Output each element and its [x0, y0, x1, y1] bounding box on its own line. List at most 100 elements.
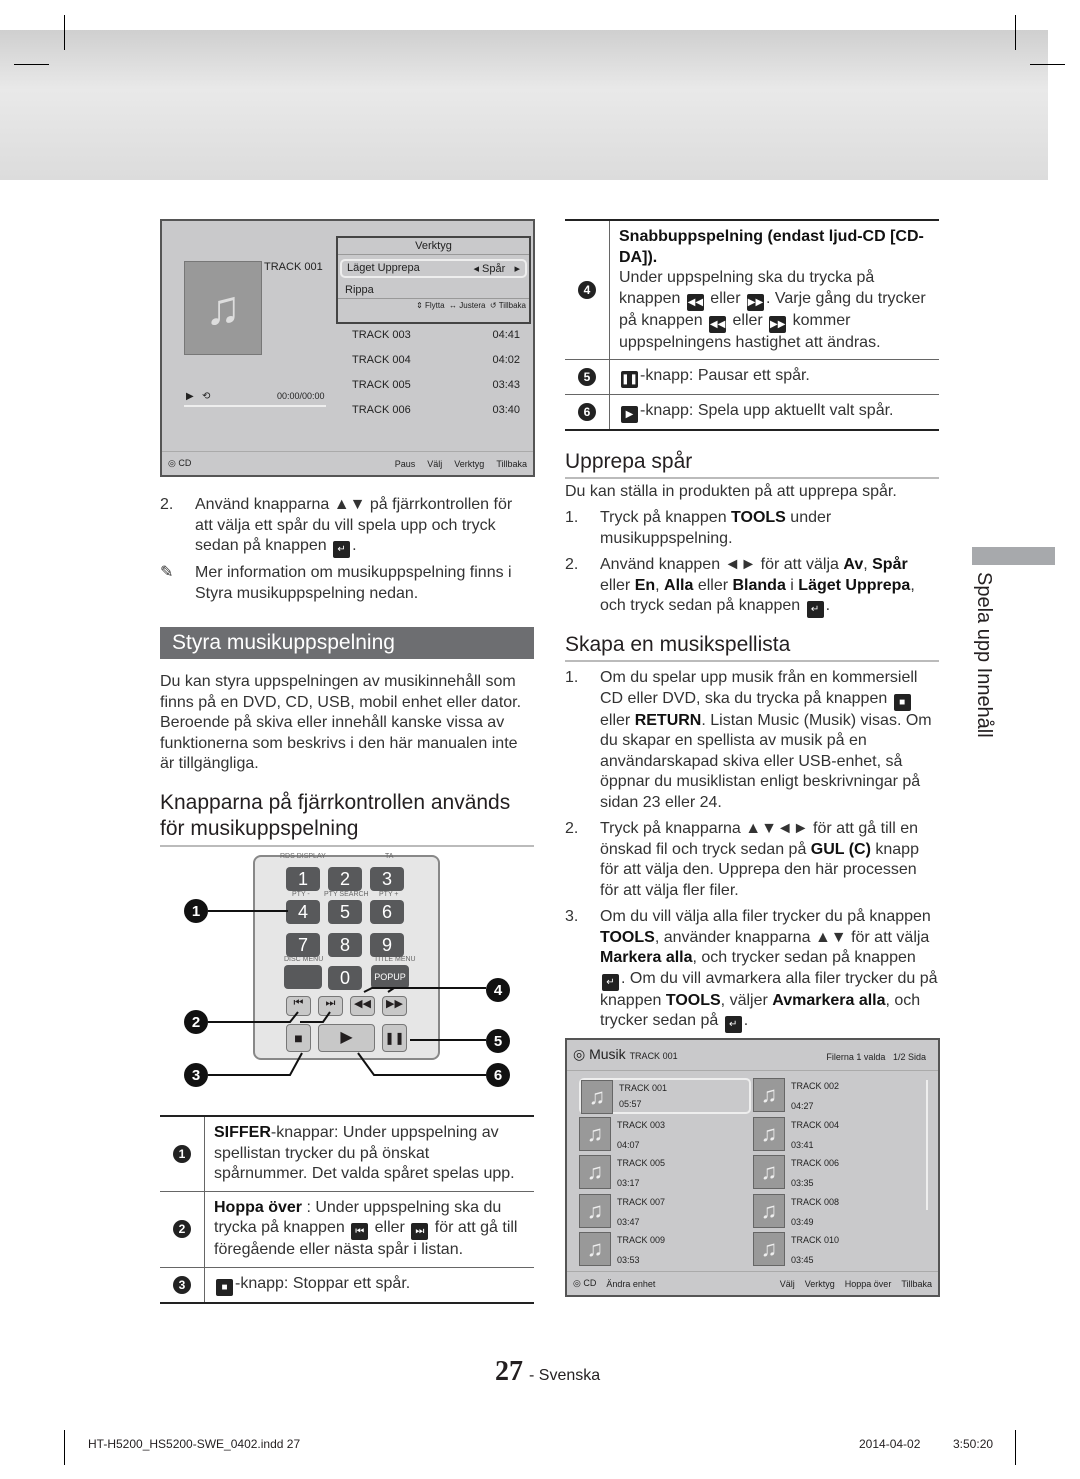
menu-item-repeat[interactable]: Läget Upprepa ◂ Spår ▸: [340, 259, 527, 278]
track-row[interactable]: TRACK 005 03:43: [352, 379, 520, 404]
intro-text: Du kan styra uppspelningen av musikinneh…: [160, 673, 522, 772]
track-duration: 03:41: [791, 1139, 814, 1150]
track-name: TRACK 003: [352, 329, 411, 341]
number-badge: 4: [578, 281, 596, 299]
text-segment: Använd knappen ◄► för att välja: [600, 556, 844, 573]
screen-track: TRACK 001: [629, 1051, 678, 1061]
text-segment: -knapp: Stoppar ett spår.: [235, 1274, 411, 1292]
track-name: TRACK 005: [352, 379, 411, 391]
table-row: 6 ▶ -knapp: Spela upp aktuellt valt spår.: [565, 395, 939, 429]
callout-3: 3: [184, 1063, 208, 1087]
menu-label: Läget Upprepa: [347, 262, 420, 274]
text-segment: GUL (C): [810, 840, 871, 858]
time-display: 00:00/00:00: [277, 391, 325, 401]
text-segment: Blanda: [732, 576, 786, 594]
step-number: 2.: [565, 820, 579, 837]
music-note-icon: ♫: [753, 1155, 785, 1189]
page-footer: 27 - Svenska: [495, 1356, 600, 1388]
track-tile[interactable]: ♫ TRACK 010 03:45: [753, 1232, 925, 1268]
menu-item-rip[interactable]: Rippa: [338, 282, 529, 298]
play-icon: ▶ ⟲: [186, 391, 211, 402]
track-duration: 03:17: [617, 1178, 640, 1188]
track-name: TRACK 004: [352, 354, 411, 366]
screen-footer: ◎ CD Ändra enhet Välj Verktyg Hoppa över…: [567, 1271, 938, 1295]
row-description: Snabbuppspelning (endast ljud-CD [CD-DA]…: [610, 221, 939, 359]
music-note-icon: ♫: [753, 1078, 785, 1112]
playlist-heading: Skapa en musikspellista: [565, 633, 939, 662]
table-row: 3 ■ -knapp: Stoppar ett spår.: [160, 1267, 534, 1302]
track-tile[interactable]: ♫ TRACK 007 03:47: [579, 1193, 751, 1230]
text-segment: Avmarkera alla: [772, 991, 886, 1009]
table-row: 5 ❚❚ -knapp: Pausar ett spår.: [565, 360, 939, 395]
hint: Flytta: [425, 301, 445, 310]
button-glyph-icon: ◀◀: [709, 315, 727, 333]
track-tile[interactable]: ♫ TRACK 001 05:57: [579, 1078, 751, 1114]
track-duration: 04:41: [492, 329, 520, 341]
row-number-cell: 1: [160, 1117, 205, 1191]
button-glyph-icon: ■: [893, 693, 911, 711]
track-tile[interactable]: ♫ TRACK 009 03:53: [579, 1232, 751, 1268]
hint-back: Tillbaka: [496, 458, 527, 469]
track-row[interactable]: TRACK 003 04:41: [352, 329, 520, 354]
track-row[interactable]: TRACK 006 03:40: [352, 404, 520, 429]
track-name: TRACK 008: [791, 1196, 840, 1207]
callout-6: 6: [486, 1063, 510, 1087]
text-segment: Tryck på knappen: [600, 509, 732, 526]
track-tile[interactable]: ♫ TRACK 006 03:35: [753, 1155, 925, 1191]
track-name: TRACK 006: [352, 404, 411, 416]
header: ◎ Musik TRACK 001: [573, 1046, 678, 1062]
music-note-icon: ♫: [579, 1193, 611, 1228]
header-banner: [0, 30, 1048, 180]
step-item: 2. Tryck på knapparna ▲▼◄► för att gå til…: [565, 819, 939, 901]
step-number: 1.: [565, 669, 579, 686]
track-duration: 03:47: [617, 1216, 640, 1227]
scrollbar[interactable]: [926, 1080, 928, 1210]
track-name: TRACK 009: [617, 1235, 666, 1245]
popup-title: Verktyg: [338, 238, 529, 255]
playlist-steps: 1. Om du spelar upp musik från en kommers…: [565, 668, 939, 1039]
table-row: 1 SIFFER-knappar: Under uppspelning av sp…: [160, 1117, 534, 1192]
number-badge: 6: [578, 403, 596, 421]
track-tile[interactable]: ♫ TRACK 003 04:07: [579, 1116, 751, 1153]
section-title: Styra musikuppspelning: [160, 627, 534, 659]
track-name: TRACK 003: [617, 1119, 666, 1130]
cd-icon: ◎ CD: [168, 458, 192, 468]
number-badge: 2: [173, 1220, 191, 1238]
slug-time: 3:50:20: [953, 1437, 994, 1451]
music-note-icon: ♫: [753, 1116, 785, 1151]
hint-change-device: Ändra enhet: [606, 1278, 656, 1289]
callout-4: 4: [486, 978, 510, 1002]
button-table-right: 4 Snabbuppspelning (endast ljud-CD [CD-DA…: [565, 219, 939, 431]
row-description: Hoppa över : Under uppspelning ska du tr…: [205, 1192, 534, 1267]
track-row[interactable]: TRACK 004 04:02: [352, 354, 520, 379]
text-segment: .: [352, 537, 357, 554]
table-row: 2 Hoppa över : Under uppspelning ska du t…: [160, 1191, 534, 1268]
music-note-icon: ♫: [753, 1232, 785, 1266]
text-segment: eller: [600, 576, 635, 594]
text-segment: .: [825, 597, 831, 614]
track-duration: 04:07: [617, 1139, 640, 1150]
button-glyph-icon: ▶: [621, 406, 638, 423]
track-tile[interactable]: ♫ TRACK 008 03:49: [753, 1193, 925, 1230]
music-note-icon: ♫: [579, 1155, 611, 1189]
track-tile[interactable]: ♫ TRACK 004 03:41: [753, 1116, 925, 1153]
button-glyph-icon: ↵: [806, 601, 824, 618]
text-segment: eller: [728, 311, 768, 329]
tools-popup: Verktyg Läget Upprepa ◂ Spår ▸ Rippa ⇕ Fl…: [336, 236, 531, 324]
track-list: TRACK 003 04:41 TRACK 004 04:02 TRACK 005 03:…: [352, 329, 520, 429]
hint-select: Välj: [779, 1278, 795, 1289]
track-tile[interactable]: ♫ TRACK 005 03:17: [579, 1155, 751, 1191]
text-segment: RETURN: [634, 711, 702, 729]
button-glyph-icon: ↵: [724, 1016, 742, 1033]
step-number: 1.: [565, 509, 579, 526]
current-track: TRACK 001: [264, 261, 323, 273]
page-indicator: 1/2 Sida: [892, 1052, 926, 1062]
music-list-screenshot: ◎ Musik TRACK 001 Filerna 1 valda 1/2 Si…: [565, 1038, 940, 1297]
text-segment: , och trycker sedan på knappen: [692, 949, 916, 966]
selected-count: Filerna 1 valda: [826, 1052, 886, 1062]
callout-2: 2: [184, 1010, 208, 1034]
track-tile[interactable]: ♫ TRACK 002 04:27: [753, 1078, 925, 1114]
text-segment: Om du spelar upp musik från en kommersie…: [600, 669, 918, 707]
step-text: Om du vill välja alla filer trycker du p…: [600, 907, 939, 1033]
step-item: 3. Om du vill välja alla filer trycker du…: [565, 907, 939, 1033]
